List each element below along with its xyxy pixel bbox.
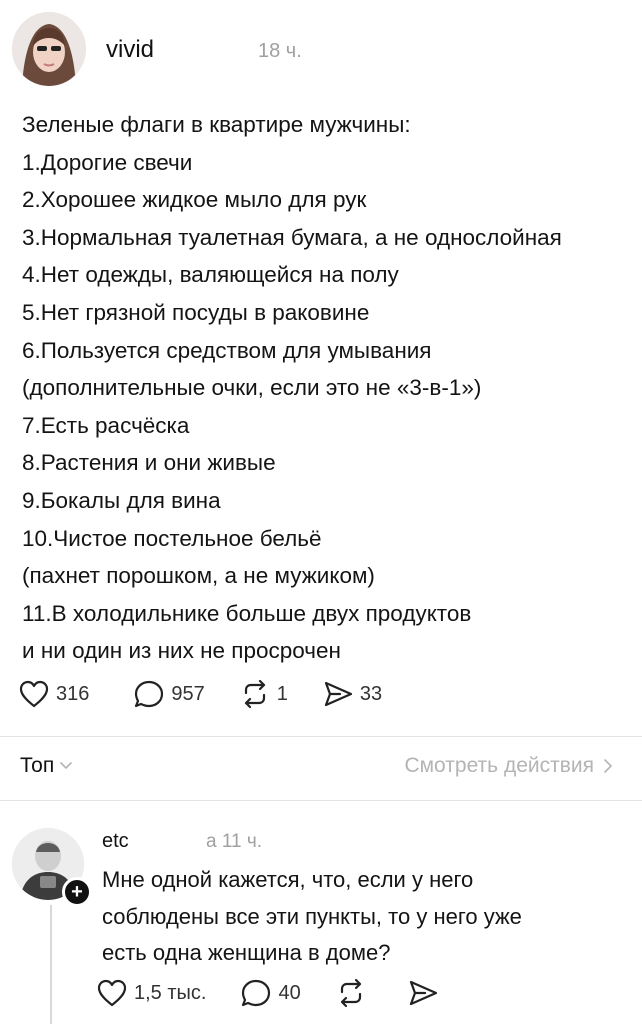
- post-text-line: 4.Нет одежды, валяющейся на полу: [22, 262, 399, 288]
- post-text-line: 2.Хорошее жидкое мыло для рук: [22, 187, 367, 213]
- post-text-line: 8.Растения и они живые: [22, 450, 276, 476]
- divider: [0, 736, 642, 737]
- post-text-line: 5.Нет грязной посуды в раковине: [22, 299, 370, 325]
- comment-bubble-icon: [135, 680, 164, 708]
- comment-like-button[interactable]: 1,5 тыс.: [96, 978, 206, 1008]
- post-text-line: 1.Дорогие свечи: [22, 149, 193, 175]
- post-author-name[interactable]: vivid: [106, 36, 154, 64]
- like-count: 316: [56, 682, 90, 705]
- comment-text-line: Мне одной кажется, что, если у него: [102, 867, 474, 892]
- sort-dropdown[interactable]: Топ: [20, 754, 73, 778]
- send-icon: [409, 980, 437, 1006]
- reply-button[interactable]: 957: [133, 679, 205, 709]
- post-text-line: 6.Пользуется средством для умывания: [22, 337, 432, 363]
- post-text-line: и ни один из них не просрочен: [22, 638, 341, 664]
- thread-line: [50, 905, 52, 1024]
- post-actions: 316 957 1 33: [18, 679, 416, 709]
- share-button[interactable]: 33: [322, 679, 382, 709]
- comment-share-button[interactable]: [407, 978, 439, 1008]
- divider: [0, 800, 642, 801]
- comment-bubble-icon: [242, 979, 271, 1007]
- repost-count: 1: [276, 682, 288, 705]
- view-activity-link[interactable]: Смотреть действия: [404, 754, 612, 778]
- view-activity-label: Смотреть действия: [404, 754, 594, 777]
- repost-icon: [244, 679, 265, 709]
- heart-icon: [19, 680, 49, 708]
- chevron-down-icon: [60, 762, 73, 770]
- comment-like-count: 1,5 тыс.: [134, 981, 207, 1004]
- sort-label: Топ: [20, 754, 55, 777]
- heart-icon: [97, 979, 127, 1007]
- post-text-line: 10.Чистое постельное бельё: [22, 525, 322, 551]
- post-author-avatar[interactable]: [12, 12, 86, 86]
- post-text-line: Зеленые флаги в квартире мужчины:: [22, 112, 411, 137]
- comment-reply-button[interactable]: 40: [240, 978, 301, 1008]
- avatar-image: [12, 12, 86, 86]
- reply-count: 957: [171, 682, 205, 705]
- repost-icon: [340, 978, 361, 1008]
- post-text-line: (пахнет порошком, а не мужиком): [22, 563, 375, 589]
- comment-timestamp: a 11 ч.: [206, 831, 263, 852]
- post-text: Зеленые флаги в квартире мужчины: 1.Доро…: [22, 106, 632, 670]
- post-text-line: 11.В холодильнике больше двух продуктов: [22, 600, 472, 626]
- comment-text: Мне одной кажется, что, если у него собл…: [102, 862, 622, 972]
- repost-button[interactable]: 1: [239, 679, 288, 709]
- follow-button[interactable]: +: [62, 877, 92, 907]
- comment-reply-count: 40: [278, 981, 301, 1004]
- like-button[interactable]: 316: [18, 679, 89, 709]
- post-text-line: 3.Нормальная туалетная бумага, а не одно…: [22, 224, 562, 250]
- share-count: 33: [359, 682, 383, 705]
- comment-text-line: соблюдены все эти пункты, то у него уже: [102, 903, 522, 929]
- post-text-line: 7.Есть расчёска: [22, 412, 190, 438]
- comment-actions: 1,5 тыс. 40: [96, 978, 473, 1008]
- chevron-right-icon: [604, 759, 612, 773]
- post-text-line: 9.Бокалы для вина: [22, 487, 221, 513]
- post-timestamp: 18 ч.: [258, 40, 302, 62]
- comment-text-line: есть одна женщина в доме?: [102, 940, 391, 965]
- post-text-line: (дополнительные очки, если это не «3-в-1…: [22, 375, 482, 401]
- comment-author-name[interactable]: etc: [102, 830, 129, 853]
- comment-repost-button[interactable]: [335, 978, 367, 1008]
- send-icon: [324, 681, 352, 707]
